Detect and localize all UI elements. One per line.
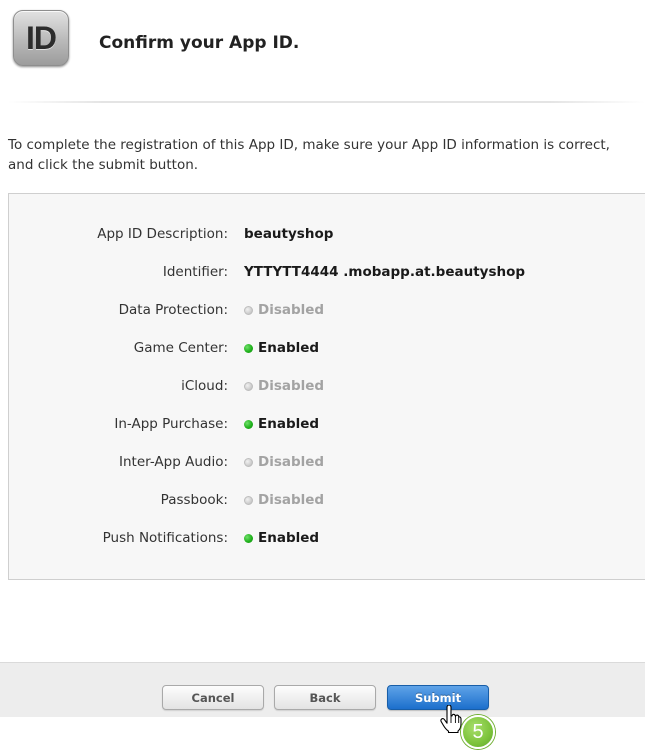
detail-row-description: App ID Description: beautyshop <box>9 223 639 245</box>
cancel-button[interactable]: Cancel <box>162 685 264 710</box>
detail-row-game-center: Game Center: Enabled <box>9 337 639 359</box>
app-id-details-panel: App ID Description: beautyshop Identifie… <box>8 193 645 580</box>
detail-value-text: Enabled <box>258 416 320 432</box>
page-header: ID Confirm your App ID. <box>0 0 645 100</box>
form-footer: Cancel Back Submit <box>0 662 645 717</box>
intro-text: To complete the registration of this App… <box>8 137 610 173</box>
app-id-icon: ID <box>13 10 69 66</box>
detail-value: beautyshop <box>244 223 333 245</box>
detail-value-text: beautyshop <box>244 226 334 242</box>
detail-value: Enabled <box>244 337 319 359</box>
status-disabled-icon <box>244 305 253 315</box>
detail-label: Identifier: <box>162 264 228 280</box>
detail-value: Disabled <box>244 489 324 511</box>
status-enabled-icon <box>244 533 253 543</box>
app-id-icon-text: ID <box>26 19 57 56</box>
detail-row-identifier: Identifier: YTTYTT4444 .mobapp.at.beauty… <box>9 261 639 283</box>
detail-row-in-app-purchase: In-App Purchase: Enabled <box>9 413 639 435</box>
detail-row-push-notifications: Push Notifications: Enabled <box>9 527 639 549</box>
detail-value: Disabled <box>244 375 324 397</box>
detail-row-passbook: Passbook: Disabled <box>9 489 639 511</box>
detail-value: Enabled <box>244 413 319 435</box>
detail-value-text: Disabled <box>258 378 325 394</box>
hand-pointer-icon <box>440 705 462 733</box>
status-disabled-icon <box>244 381 253 391</box>
step-number-badge: 5 <box>461 715 495 749</box>
detail-value-text: Disabled <box>258 492 325 508</box>
detail-value-text: Enabled <box>258 530 320 546</box>
detail-value-text: Disabled <box>258 454 325 470</box>
detail-label: Game Center: <box>133 340 228 356</box>
detail-row-data-protection: Data Protection: Disabled <box>9 299 639 321</box>
detail-value-text: YTTYTT4444 .mobapp.at.beautyshop <box>244 264 526 280</box>
detail-value-text: Disabled <box>258 302 325 318</box>
detail-row-inter-app-audio: Inter-App Audio: Disabled <box>9 451 639 473</box>
detail-value: Enabled <box>244 527 319 549</box>
detail-value: Disabled <box>244 299 324 321</box>
header-divider <box>8 101 645 103</box>
detail-label: App ID Description: <box>97 226 228 242</box>
detail-label: Push Notifications: <box>102 530 228 546</box>
detail-label: iCloud: <box>181 378 228 394</box>
detail-label: In-App Purchase: <box>114 416 228 432</box>
status-disabled-icon <box>244 457 253 467</box>
detail-label: Inter-App Audio: <box>119 454 228 470</box>
detail-row-icloud: iCloud: Disabled <box>9 375 639 397</box>
status-disabled-icon <box>244 495 253 505</box>
back-button[interactable]: Back <box>274 685 376 710</box>
detail-value: Disabled <box>244 451 324 473</box>
status-enabled-icon <box>244 343 253 353</box>
submit-button[interactable]: Submit <box>387 685 489 710</box>
status-enabled-icon <box>244 419 253 429</box>
detail-value: YTTYTT4444 .mobapp.at.beautyshop <box>244 261 525 283</box>
page-title: Confirm your App ID. <box>99 33 300 53</box>
detail-label: Passbook: <box>160 492 228 508</box>
detail-value-text: Enabled <box>258 340 320 356</box>
detail-label: Data Protection: <box>118 302 228 318</box>
